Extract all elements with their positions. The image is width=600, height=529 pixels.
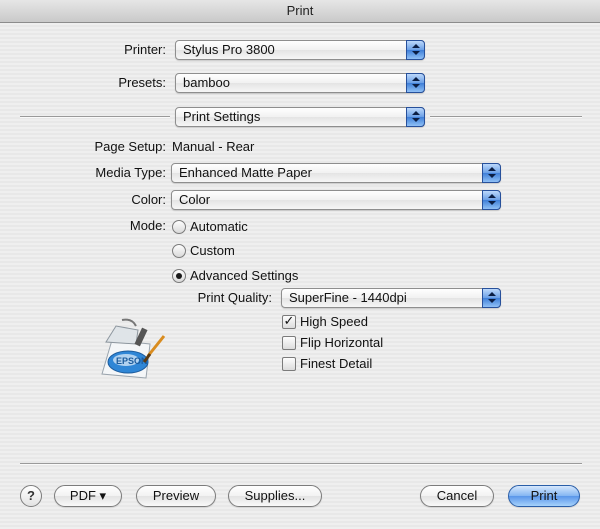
popup-arrows-icon: [406, 107, 425, 127]
separator-left: [20, 116, 170, 118]
epson-logo-text: EPSON: [116, 356, 148, 366]
finest-detail-checkbox[interactable]: [282, 357, 296, 371]
panel-value: Print Settings: [183, 109, 261, 124]
printer-value: Stylus Pro 3800: [183, 42, 275, 57]
bottom-separator: [20, 463, 582, 465]
mode-custom-label: Custom: [190, 243, 235, 258]
flip-horizontal-checkbox[interactable]: [282, 336, 296, 350]
page-setup-label: Page Setup:: [94, 139, 166, 154]
flip-horizontal-label: Flip Horizontal: [300, 335, 384, 350]
print-button[interactable]: Print: [508, 485, 580, 507]
mode-automatic-radio[interactable]: [172, 220, 186, 234]
media-type-popup[interactable]: Enhanced Matte Paper: [171, 163, 501, 183]
media-type-value: Enhanced Matte Paper: [179, 165, 312, 180]
printer-popup[interactable]: Stylus Pro 3800: [175, 40, 425, 60]
print-quality-value: SuperFine - 1440dpi: [289, 290, 407, 305]
finest-detail-label: Finest Detail: [300, 356, 373, 371]
cancel-button[interactable]: Cancel: [420, 485, 494, 507]
preview-button[interactable]: Preview: [136, 485, 216, 507]
help-button[interactable]: ?: [20, 485, 42, 507]
mode-automatic-label: Automatic: [190, 219, 248, 234]
color-value: Color: [179, 192, 211, 207]
popup-arrows-icon: [406, 40, 425, 60]
presets-value: bamboo: [183, 75, 230, 90]
popup-arrows-icon: [482, 163, 501, 183]
high-speed-checkbox[interactable]: ✓: [282, 315, 296, 329]
pdf-button[interactable]: PDF ▾: [54, 485, 122, 507]
window-title: Print: [0, 0, 600, 23]
separator-right: [430, 116, 582, 118]
mode-label: Mode:: [129, 218, 166, 233]
popup-arrows-icon: [482, 190, 501, 210]
color-label: Color:: [131, 192, 166, 207]
page-setup-value: Manual - Rear: [172, 139, 255, 154]
panel-popup[interactable]: Print Settings: [175, 107, 425, 127]
presets-popup[interactable]: bamboo: [175, 73, 425, 93]
mode-advanced-radio[interactable]: [172, 269, 186, 283]
print-quality-popup[interactable]: SuperFine - 1440dpi: [281, 288, 501, 308]
supplies-button[interactable]: Supplies...: [228, 485, 322, 507]
mode-advanced-label: Advanced Settings: [190, 268, 299, 283]
high-speed-label: High Speed: [300, 314, 368, 329]
printer-label: Printer:: [124, 42, 166, 57]
mode-custom-radio[interactable]: [172, 244, 186, 258]
popup-arrows-icon: [482, 288, 501, 308]
popup-arrows-icon: [406, 73, 425, 93]
media-type-label: Media Type:: [95, 165, 166, 180]
presets-label: Presets:: [118, 75, 166, 90]
color-popup[interactable]: Color: [171, 190, 501, 210]
epson-printer-icon: EPSON: [101, 318, 166, 379]
print-quality-label: Print Quality:: [197, 290, 272, 305]
